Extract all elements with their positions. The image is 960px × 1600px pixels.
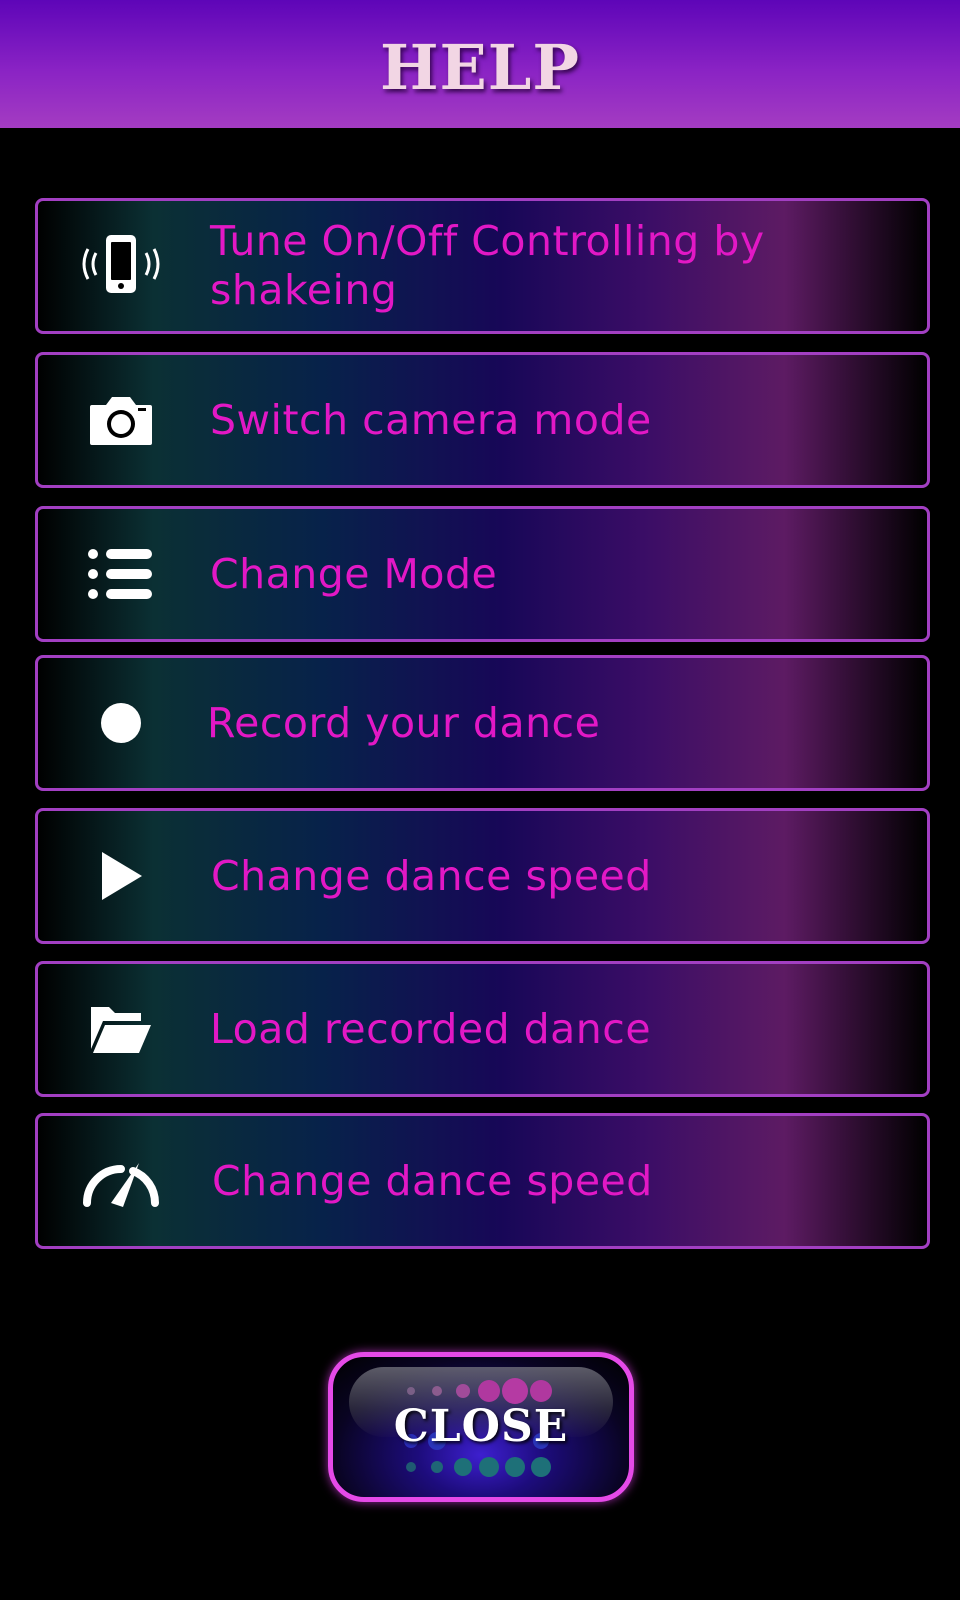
header-bar: HELP [0,0,960,128]
phone-shake-icon [76,201,166,331]
page-title: HELP [379,30,581,104]
help-item-load-dance[interactable]: Load recorded dance [35,961,930,1097]
record-icon [76,658,166,788]
folder-open-icon [76,964,166,1094]
help-item-dance-speed-play[interactable]: Change dance speed [35,808,930,944]
speedometer-icon [76,1116,166,1246]
help-item-label: Record your dance [207,698,601,747]
help-item-label: Change Mode [210,549,498,598]
help-item-label: Change dance speed [211,851,652,900]
help-item-label: Switch camera mode [210,395,652,444]
camera-icon [76,355,166,485]
help-item-label: Tune On/Off Controlling by shakeing [210,217,765,314]
close-button-label: CLOSE [393,1401,569,1452]
help-item-change-mode[interactable]: Change Mode [35,506,930,642]
list-icon [76,509,166,639]
help-item-record[interactable]: Record your dance [35,655,930,791]
help-item-label: Change dance speed [212,1156,653,1205]
help-item-label: Load recorded dance [210,1004,652,1053]
close-button[interactable]: CLOSE [328,1352,634,1502]
play-icon [76,811,166,941]
help-item-dance-speed-gauge[interactable]: Change dance speed [35,1113,930,1249]
help-item-shake-control[interactable]: Tune On/Off Controlling by shakeing [35,198,930,334]
help-item-camera-mode[interactable]: Switch camera mode [35,352,930,488]
